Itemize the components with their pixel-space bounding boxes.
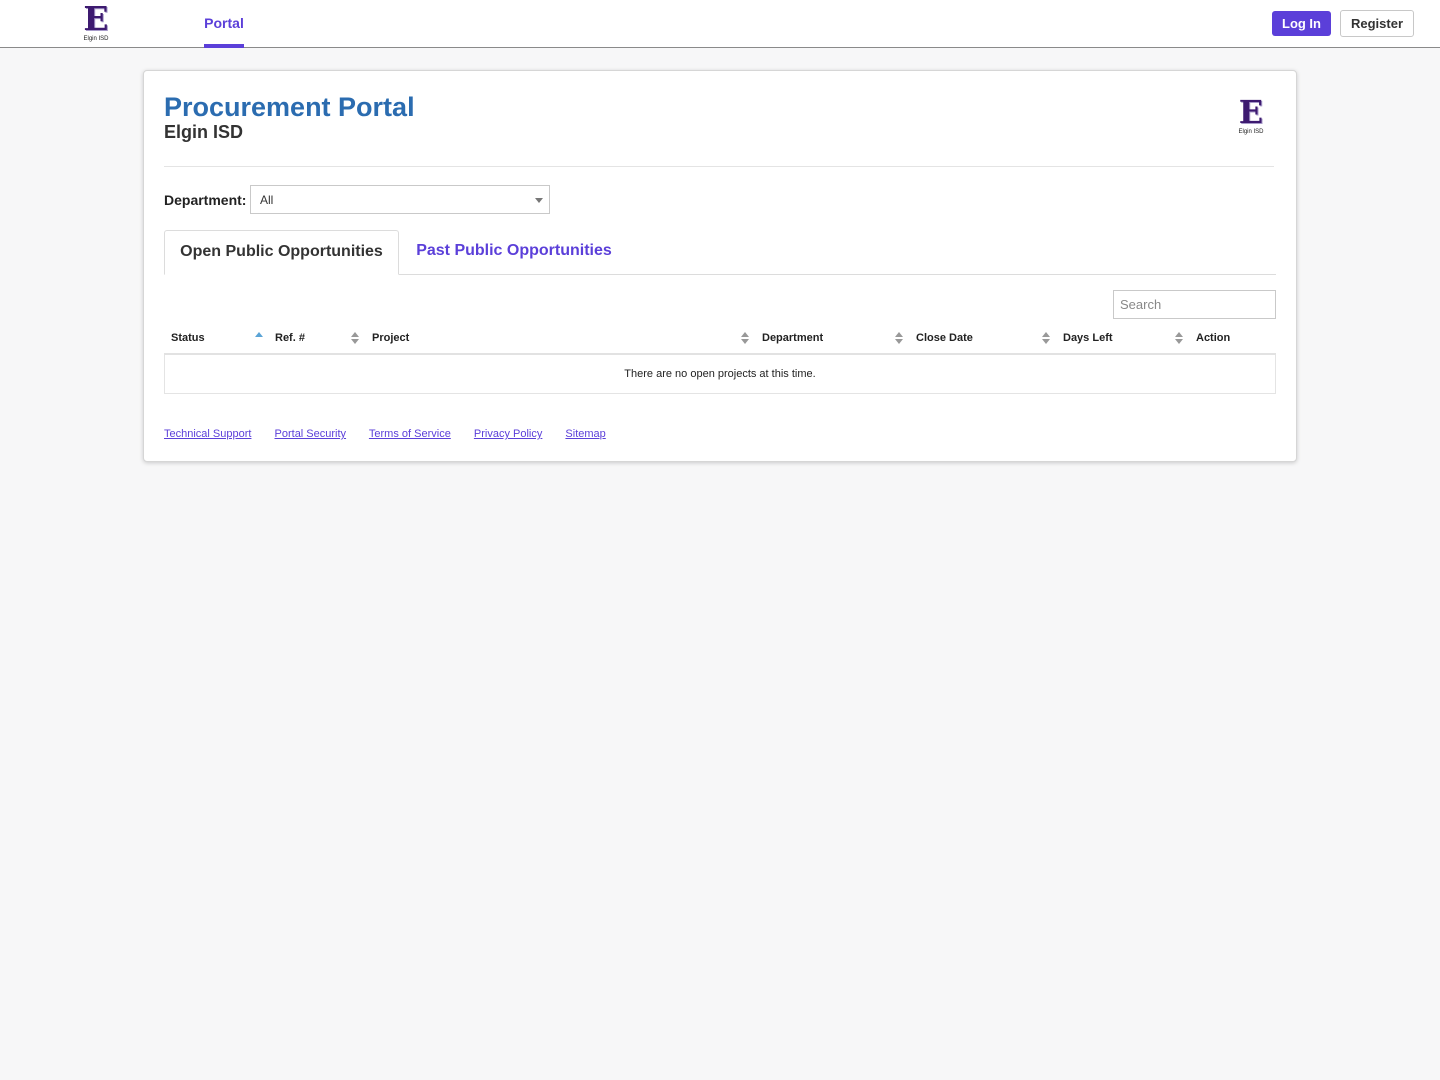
footer-link-technical-support[interactable]: Technical Support bbox=[164, 428, 251, 440]
table-header: Status Ref. # Project Department Close D… bbox=[164, 327, 1276, 355]
footer-link-portal-security[interactable]: Portal Security bbox=[275, 428, 347, 440]
column-header-department[interactable]: Department bbox=[762, 327, 892, 353]
sort-icon[interactable] bbox=[741, 332, 749, 346]
chevron-down-icon bbox=[535, 198, 543, 203]
nav-tab-portal[interactable]: Portal bbox=[204, 0, 244, 48]
department-selected-value: All bbox=[260, 193, 274, 207]
top-navbar: E Elgin ISD Portal Log In Register bbox=[0, 0, 1440, 48]
column-header-close-date[interactable]: Close Date bbox=[916, 327, 1046, 353]
column-header-action: Action bbox=[1196, 327, 1266, 353]
sort-icon[interactable] bbox=[1042, 332, 1050, 346]
column-header-label: Department bbox=[762, 332, 824, 344]
card-logo-text: Elgin ISD bbox=[1238, 129, 1264, 135]
organization-name: Elgin ISD bbox=[164, 122, 244, 142]
page-title: Procurement Portal bbox=[164, 92, 415, 122]
logo-letter: E bbox=[83, 0, 109, 38]
footer-links: Technical Support Portal Security Terms … bbox=[164, 428, 626, 440]
sort-ascending-icon[interactable] bbox=[255, 332, 263, 346]
header-divider bbox=[164, 166, 1274, 167]
tab-past-opportunities[interactable]: Past Public Opportunities bbox=[400, 230, 628, 274]
footer-link-sitemap[interactable]: Sitemap bbox=[565, 428, 605, 440]
search-input[interactable] bbox=[1113, 290, 1276, 319]
department-select[interactable]: All bbox=[250, 185, 550, 214]
table-body: There are no open projects at this time. bbox=[164, 355, 1276, 394]
empty-table-message: There are no open projects at this time. bbox=[624, 368, 816, 380]
column-header-days-left[interactable]: Days Left bbox=[1063, 327, 1173, 353]
sort-icon[interactable] bbox=[895, 332, 903, 346]
column-header-label: Status bbox=[171, 332, 205, 344]
column-header-label: Project bbox=[372, 332, 410, 344]
footer-link-terms-of-service[interactable]: Terms of Service bbox=[369, 428, 451, 440]
column-header-label: Action bbox=[1196, 332, 1231, 344]
login-button[interactable]: Log In bbox=[1272, 11, 1331, 36]
tab-open-opportunities[interactable]: Open Public Opportunities bbox=[164, 230, 399, 275]
register-button[interactable]: Register bbox=[1340, 10, 1414, 37]
procurement-card: Procurement Portal Elgin ISD E Elgin ISD… bbox=[143, 70, 1297, 462]
sort-icon[interactable] bbox=[1175, 332, 1183, 346]
column-header-project[interactable]: Project bbox=[372, 327, 732, 353]
sort-icon[interactable] bbox=[351, 332, 359, 346]
elgin-isd-logo[interactable]: E Elgin ISD bbox=[78, 2, 114, 46]
department-label: Department: bbox=[164, 192, 247, 208]
column-header-label: Ref. # bbox=[275, 332, 305, 344]
footer-link-privacy-policy[interactable]: Privacy Policy bbox=[474, 428, 542, 440]
logo-text: Elgin ISD bbox=[83, 36, 109, 42]
card-logo-letter: E bbox=[1238, 93, 1264, 131]
column-header-status[interactable]: Status bbox=[171, 327, 261, 353]
card-logo: E Elgin ISD bbox=[1234, 95, 1268, 139]
column-header-label: Days Left bbox=[1063, 332, 1113, 344]
column-header-ref[interactable]: Ref. # bbox=[275, 327, 355, 353]
column-header-label: Close Date bbox=[916, 332, 973, 344]
